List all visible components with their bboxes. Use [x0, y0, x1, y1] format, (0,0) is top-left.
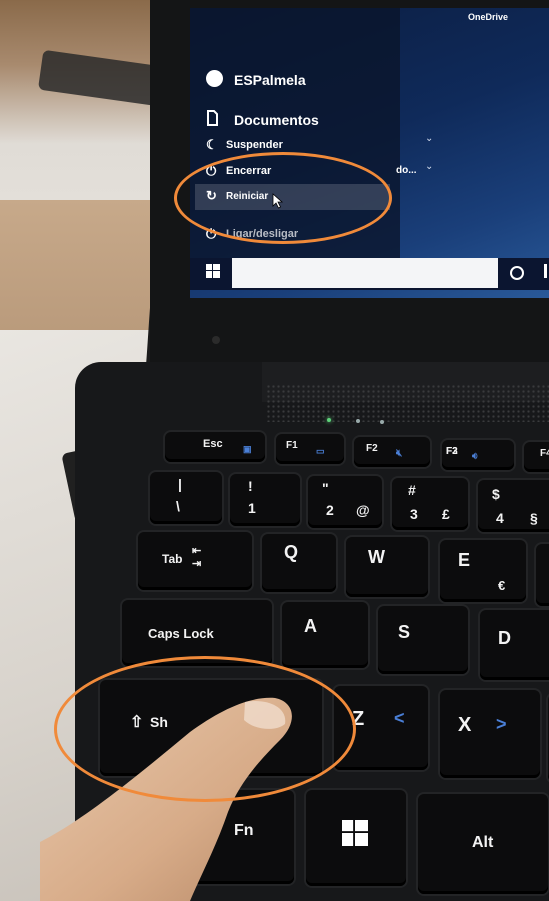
key-s[interactable]: S [378, 606, 468, 674]
key-f1[interactable]: F1 ▭ [276, 434, 344, 464]
mute-icon: 🔇︎ [396, 448, 403, 459]
key-x[interactable]: X > [440, 690, 540, 778]
key-1[interactable]: ! 1 [230, 474, 300, 526]
key-4[interactable]: $ 4 § [478, 480, 549, 532]
screen-icon: ▣ [243, 444, 252, 454]
windows-start-icon[interactable] [206, 264, 220, 278]
tab-arrows-icon: ⇤ ⇥ [192, 545, 202, 570]
volume-down-icon: 🔉︎ [472, 451, 479, 462]
documents-label[interactable]: Documentos [234, 112, 319, 128]
windows-key-icon [342, 820, 368, 846]
status-led [356, 419, 360, 423]
key-f2[interactable]: F2 🔇︎ [354, 437, 430, 467]
key-alt[interactable]: Alt [418, 794, 548, 894]
status-led [380, 420, 384, 424]
chevron-down-icon[interactable]: ⌄ [425, 161, 433, 172]
taskbar-search-input[interactable] [232, 258, 498, 288]
key-r-partial[interactable] [536, 544, 549, 606]
key-windows[interactable] [306, 790, 406, 886]
annotation-circle-restart [174, 152, 392, 244]
power-option-suspend[interactable]: Suspender [226, 139, 283, 151]
key-d[interactable]: D [480, 610, 549, 680]
key-q[interactable]: Q [262, 534, 336, 592]
taskbar-edge-icon [544, 264, 547, 278]
key-a[interactable]: A [282, 602, 368, 668]
key-2[interactable]: " 2 @ [308, 476, 382, 528]
key-f4[interactable]: F4 [524, 442, 549, 472]
chevron-down-icon[interactable]: ⌄ [425, 133, 433, 144]
key-e[interactable]: E € [440, 540, 526, 602]
moon-icon: ☾ [206, 137, 218, 152]
speaker-grille [266, 384, 549, 422]
key-f3[interactable]: F2 F3 🔉︎ [442, 440, 514, 470]
key-w[interactable]: W [346, 537, 428, 597]
key-3[interactable]: # 3 £ [392, 478, 468, 530]
key-esc[interactable]: Esc ▣ [165, 432, 265, 462]
keyboard-light-icon: ▭ [316, 446, 325, 456]
status-led-green [327, 418, 331, 422]
annotation-circle-shift [54, 656, 356, 802]
onedrive-label[interactable]: OneDrive [468, 12, 508, 22]
key-tab[interactable]: Tab ⇤ ⇥ [138, 532, 252, 590]
webcam-dot [212, 336, 220, 344]
document-icon [207, 110, 218, 126]
photo-scene: OneDrive ESPalmela Documentos ☾ Suspende… [0, 0, 549, 901]
key-backslash[interactable]: | \ [150, 472, 222, 524]
user-name[interactable]: ESPalmela [234, 72, 306, 88]
truncated-text: do... [396, 165, 417, 176]
user-avatar-icon[interactable] [206, 70, 223, 87]
cortana-icon[interactable] [510, 266, 524, 280]
